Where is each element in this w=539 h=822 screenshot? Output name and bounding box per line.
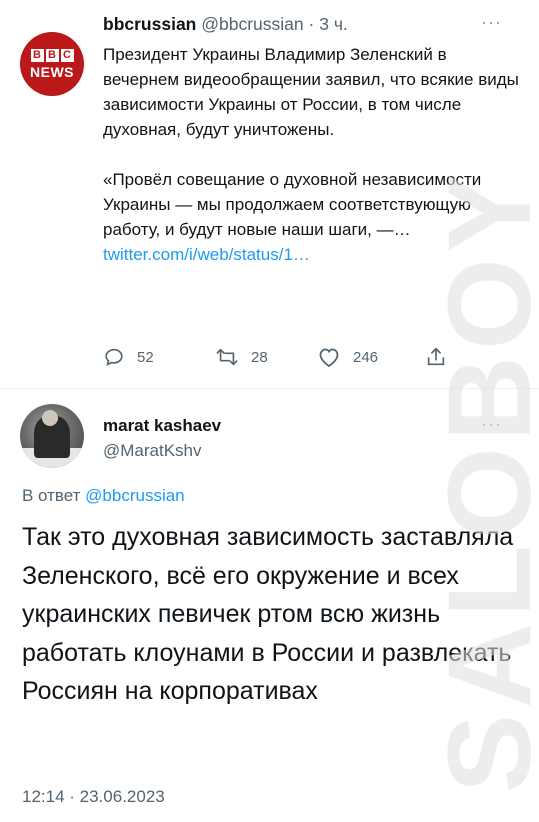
- tweet-body: Президент Украины Владимир Зеленский в в…: [103, 42, 523, 267]
- share-button[interactable]: [425, 346, 447, 368]
- like-button[interactable]: 246: [317, 346, 378, 368]
- tweet-text: Так это духовная зависимость заставляла …: [22, 523, 514, 705]
- retweet-button[interactable]: 28: [215, 346, 268, 368]
- retweet-count: 28: [251, 348, 268, 366]
- reply-icon: [103, 346, 125, 368]
- like-count: 246: [353, 348, 379, 366]
- tweet-time[interactable]: 3 ч.: [319, 14, 348, 34]
- tweet-timestamp[interactable]: 12:14 · 23.06.2023: [22, 787, 165, 807]
- author-name[interactable]: bbcrussian: [103, 14, 196, 34]
- reply-prefix: В ответ: [22, 486, 86, 505]
- reply-context: В ответ @bbcrussian: [22, 486, 185, 506]
- bbc-logo: BBC: [30, 48, 74, 62]
- reply-count: 52: [137, 348, 154, 366]
- heart-icon: [317, 346, 341, 368]
- tweet-link[interactable]: twitter.com/i/web/status/1…: [103, 245, 310, 264]
- avatar-bbcrussian[interactable]: BBC NEWS: [20, 32, 84, 96]
- retweet-icon: [215, 346, 239, 368]
- tweet-text-quote: «Провёл совещание о духовной независимос…: [103, 170, 482, 239]
- more-options-icon[interactable]: ···: [481, 12, 502, 33]
- tweet-text-paragraph: Президент Украины Владимир Зеленский в в…: [103, 45, 519, 139]
- bbc-news-label: NEWS: [30, 63, 74, 80]
- tweet-divider: [0, 388, 539, 389]
- time-separator: ·: [303, 14, 320, 34]
- tweet-header: bbcrussian @bbcrussian · 3 ч.: [103, 14, 348, 35]
- reply-to-handle[interactable]: @bbcrussian: [85, 486, 184, 505]
- tweet-body: Так это духовная зависимость заставляла …: [22, 518, 522, 711]
- share-icon: [425, 346, 447, 368]
- author-name[interactable]: marat kashaev: [103, 416, 221, 436]
- author-handle[interactable]: @bbcrussian: [201, 14, 303, 34]
- reply-button[interactable]: 52: [103, 346, 154, 368]
- tweet-bbcrussian[interactable]: BBC NEWS bbcrussian @bbcrussian · 3 ч. ·…: [0, 0, 539, 388]
- author-handle[interactable]: @MaratKshv: [103, 441, 202, 461]
- tweet-actions: 52 28 246: [103, 346, 483, 370]
- more-options-icon[interactable]: ···: [481, 414, 502, 435]
- avatar-maratkshv[interactable]: [20, 404, 84, 468]
